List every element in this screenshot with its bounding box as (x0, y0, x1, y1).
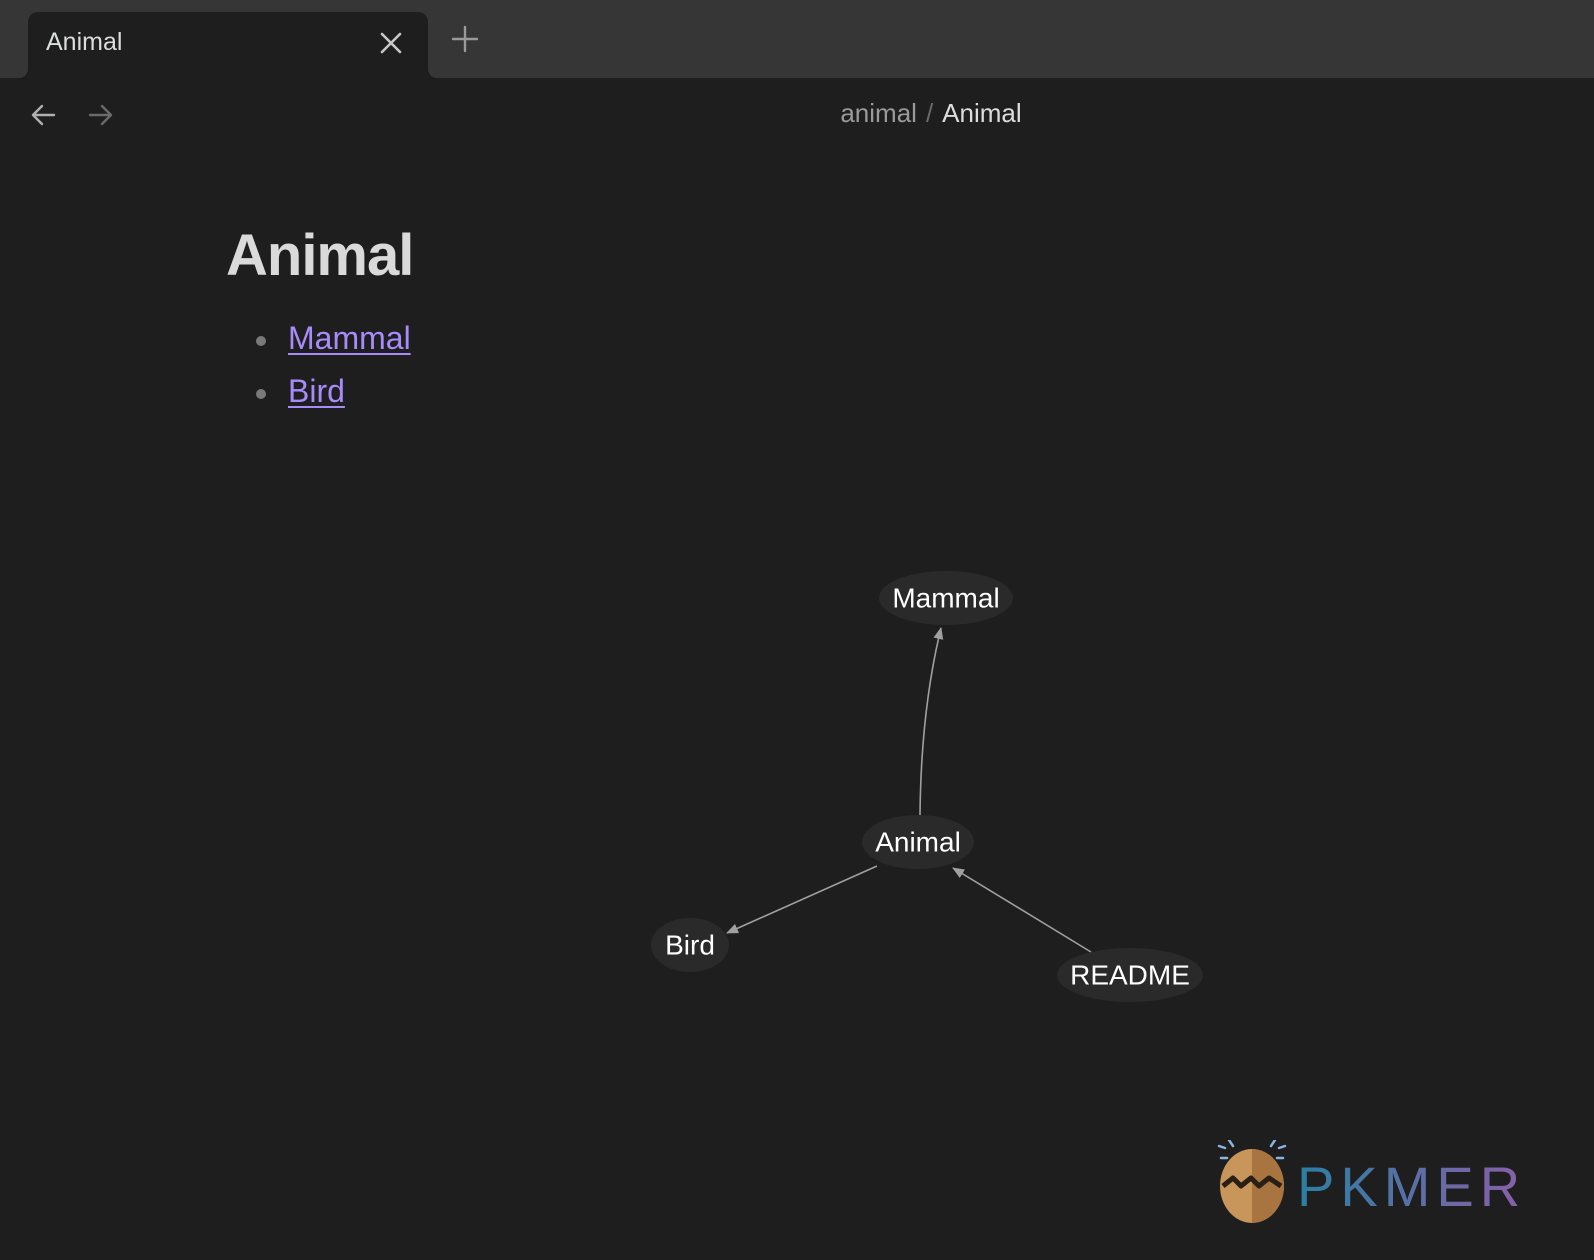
graph-node-animal[interactable]: Animal (862, 815, 974, 869)
graph-node-readme[interactable]: README (1057, 948, 1203, 1002)
node-label: Bird (665, 930, 715, 961)
edge-readme-animal (952, 867, 1092, 953)
watermark-text: PKMER (1297, 1155, 1526, 1218)
pkmer-watermark: PKMER (1217, 1140, 1526, 1223)
edge-animal-bird (726, 865, 878, 934)
edge-animal-mammal (919, 627, 944, 816)
node-label: Mammal (892, 583, 999, 614)
node-label: README (1070, 960, 1190, 991)
egg-logo-icon (1217, 1140, 1287, 1223)
graph-node-bird[interactable]: Bird (651, 918, 729, 972)
link-graph: Mammal Animal Bird README (651, 571, 1203, 1002)
graph-node-mammal[interactable]: Mammal (879, 571, 1013, 625)
node-label: Animal (875, 827, 961, 858)
